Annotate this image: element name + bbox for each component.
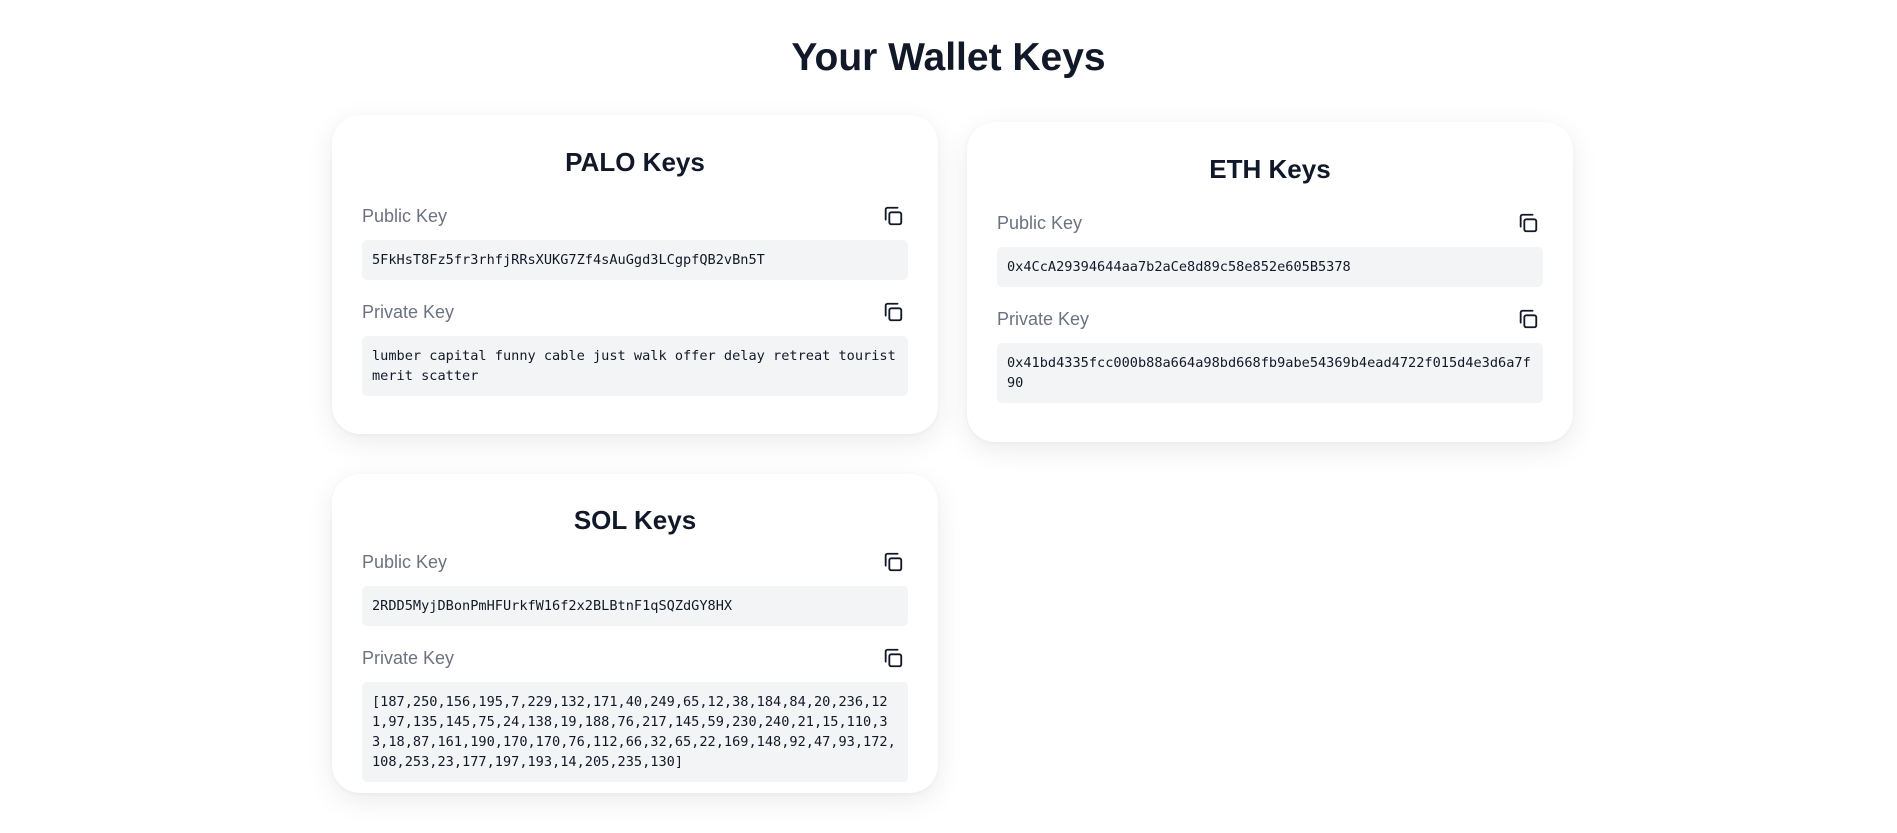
public-key-value[interactable]: 5FkHsT8Fz5fr3rhfjRRsXUKG7Zf4sAuGgd3LCgpf… [362,240,908,280]
copy-private-key-button[interactable] [880,299,906,325]
private-key-label: Private Key [362,648,455,668]
public-key-value[interactable]: 2RDD5MyjDBonPmHFUrkfW16f2x2BLBtnF1qSQZdG… [362,586,908,626]
copy-public-key-button[interactable] [880,203,906,229]
private-key-value[interactable]: [187,250,156,195,7,229,132,171,40,249,65… [362,682,908,782]
public-key-label: Public Key [362,552,448,572]
copy-private-key-button[interactable] [1515,306,1541,332]
public-key-block: Public Key 0x4CcA29394644aa7b2aCe8d89c58… [997,209,1543,287]
copy-public-key-button[interactable] [1515,210,1541,236]
sol-keys-card: SOL Keys Public Key 2RDD5MyjDBonPmHFUrkf… [332,474,938,793]
card-title: PALO Keys [565,147,705,177]
public-key-label: Public Key [362,206,448,226]
public-key-block: Public Key 2RDD5MyjDBonPmHFUrkfW16f2x2BL… [362,548,908,626]
public-key-value[interactable]: 0x4CcA29394644aa7b2aCe8d89c58e852e605B53… [997,247,1543,287]
copy-private-key-button[interactable] [880,645,906,671]
palo-keys-card: PALO Keys Public Key 5FkHsT8Fz5fr3rhfjRR… [332,115,938,434]
page-title: Your Wallet Keys [791,36,1106,79]
private-key-label: Private Key [997,309,1090,329]
private-key-block: Private Key lumber capital funny cable j… [362,298,908,396]
card-title: SOL Keys [573,505,697,535]
private-key-block: Private Key 0x41bd4335fcc000b88a664a98bd… [997,305,1543,403]
copy-icon [884,206,903,226]
private-key-value[interactable]: 0x41bd4335fcc000b88a664a98bd668fb9abe543… [997,343,1543,403]
eth-keys-card: ETH Keys Public Key 0x4CcA29394644aa7b2a… [967,122,1573,442]
copy-icon [1519,309,1538,329]
copy-icon [1519,213,1538,233]
public-key-block: Public Key 5FkHsT8Fz5fr3rhfjRRsXUKG7Zf4s… [362,202,908,280]
private-key-block: Private Key [187,250,156,195,7,229,132,1… [362,644,908,782]
copy-icon [884,552,903,572]
private-key-label: Private Key [362,302,455,322]
card-title: ETH Keys [1209,154,1331,184]
public-key-label: Public Key [997,213,1083,233]
copy-icon [884,648,903,668]
private-key-value[interactable]: lumber capital funny cable just walk off… [362,336,908,396]
copy-public-key-button[interactable] [880,549,906,575]
copy-icon [884,302,903,322]
